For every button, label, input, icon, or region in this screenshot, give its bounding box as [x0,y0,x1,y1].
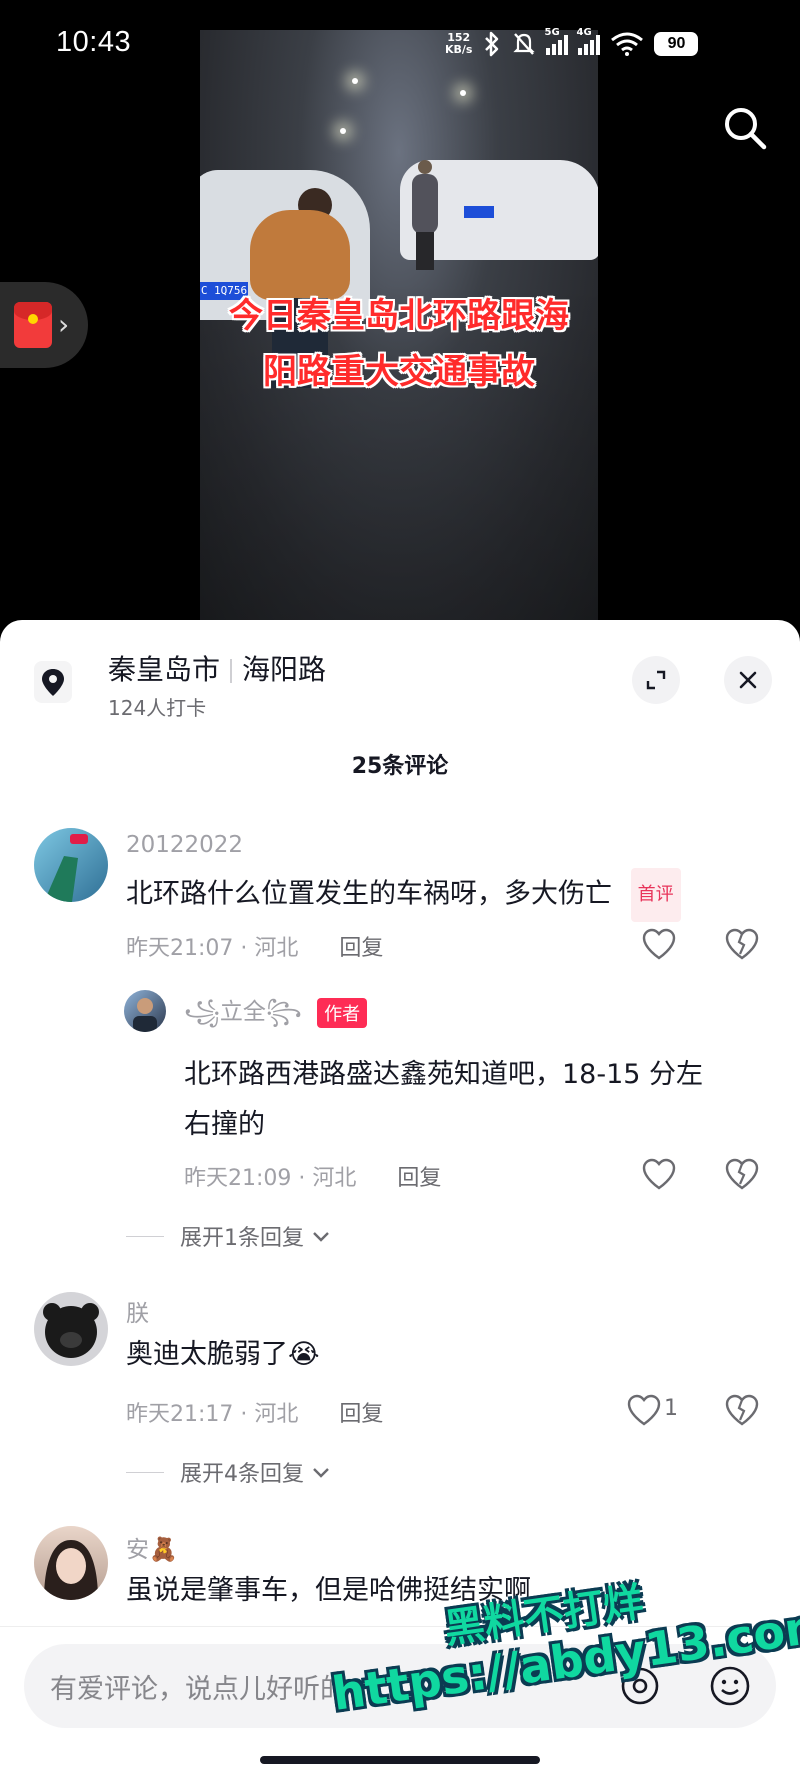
signal-5g-icon: 5G [544,27,569,55]
comment-username[interactable]: 20122022 [126,832,243,858]
streetlight [460,90,466,96]
reply-button[interactable]: 回复 [339,1402,383,1427]
avatar[interactable] [34,1526,108,1600]
video-area[interactable]: C 1Q756 今日秦皇岛北环路跟海阳路重大交通事故 [0,0,800,640]
comment-meta: 昨天21:17 · 河北 回复 [126,1402,384,1427]
video-headline: 今日秦皇岛北环路跟海阳路重大交通事故 [229,296,569,392]
status-icons: 152 KB/s 5G 4G 90 [445,26,699,62]
reply-button[interactable]: 回复 [397,1166,441,1191]
reply-button[interactable]: 回复 [339,936,383,961]
status-time: 10:43 [56,26,132,58]
expand-icon [646,670,666,690]
first-comment-badge: 首评 [630,868,681,922]
net-speed: 152 KB/s [445,31,473,56]
broken-heart-icon[interactable] [724,1157,760,1191]
heart-icon[interactable] [626,1393,662,1427]
comment-count: 25条评论 [351,754,449,779]
red-packet-icon[interactable] [14,302,52,348]
mute-bell-icon [513,33,536,55]
divider [126,1235,164,1237]
comment-username[interactable]: 安🧸 [126,1530,178,1564]
divider [126,1471,164,1473]
comment-text: 奥迪太脆弱了😭 [126,1339,320,1370]
comment-time: 昨天21:07 [126,936,234,961]
streetlight [340,128,346,134]
author-badge: 作者 [317,997,368,1028]
comment-time: 昨天21:17 [126,1402,234,1427]
wifi-icon [611,32,644,56]
location-road: 海阳路 [242,653,327,686]
like-count: 1 [664,1396,678,1421]
chevron-right-icon[interactable]: › [58,308,69,341]
bluetooth-icon [485,31,499,57]
license-plate [464,206,494,218]
reply-meta: 昨天21:09 · 河北 回复 [184,1166,442,1191]
search-icon[interactable] [722,105,768,151]
location-title[interactable]: 秦皇岛市 海阳路 [108,648,326,688]
comment-text: 北环路什么位置发生的车祸呀，多大伤亡 首评 [126,868,681,922]
location-checkins: 124人打卡 [108,696,207,720]
broken-heart-icon[interactable] [724,1393,760,1427]
comment-region: 河北 [254,936,299,961]
comment-region: 河北 [254,1402,299,1427]
location-city: 秦皇岛市 [108,653,221,686]
reply-text: 北环路西港路盛达鑫苑知道吧，18-15 分左 右撞的 [184,1059,704,1140]
streetlight [352,78,358,84]
comment-username[interactable]: 朕 [126,1294,149,1328]
comment-input-placeholder[interactable]: 有爱评论，说点儿好听的 [50,1667,347,1706]
chevron-down-icon [313,1468,329,1478]
bystander-figure [412,160,438,270]
expand-replies-button[interactable]: 展开4条回复 [126,1456,332,1488]
avatar[interactable] [124,990,166,1032]
reply-region: 河北 [312,1166,357,1191]
divider [230,659,233,683]
expand-button[interactable] [632,656,680,704]
chevron-down-icon [313,1232,329,1242]
heart-icon[interactable] [641,927,677,961]
reply-username[interactable]: ꧁立全꧂ 作者 [184,992,368,1041]
home-indicator[interactable] [260,1756,540,1764]
comment-meta: 昨天21:07 · 河北 回复 [126,936,384,961]
avatar[interactable] [34,1292,108,1366]
battery-indicator: 90 [654,32,699,56]
expand-replies-button[interactable]: 展开1条回复 [126,1220,332,1252]
reply-time: 昨天21:09 [184,1166,292,1191]
signal-4g-icon: 4G [576,27,601,55]
heart-icon[interactable] [641,1157,677,1191]
location-pin-icon[interactable] [34,661,72,703]
close-icon [739,671,757,689]
close-button[interactable] [724,656,772,704]
broken-heart-icon[interactable] [724,927,760,961]
avatar[interactable] [34,828,108,902]
